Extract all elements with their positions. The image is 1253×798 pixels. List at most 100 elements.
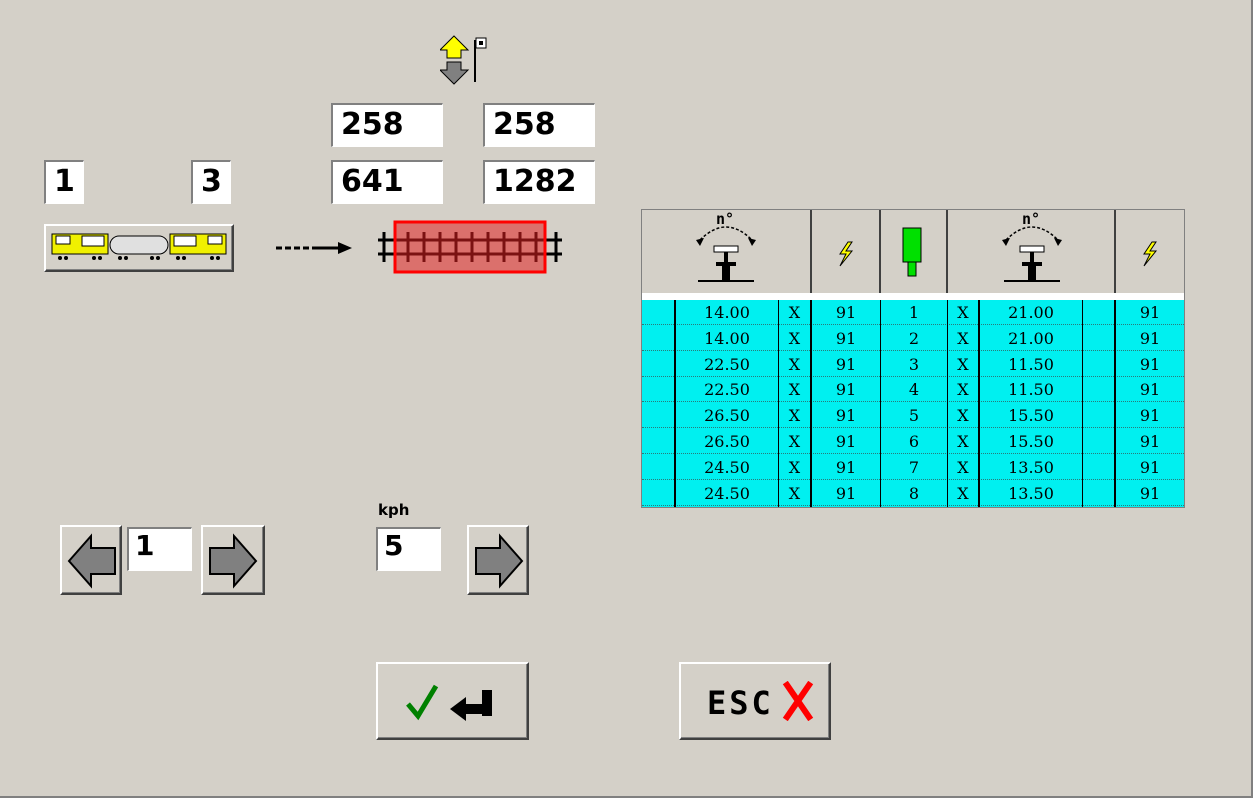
cell-flag-b: X: [957, 457, 969, 477]
cell-flag-b: X: [957, 483, 969, 503]
cell-axle-a: 26.50: [704, 432, 750, 451]
stepper-input[interactable]: 1: [127, 527, 192, 571]
count-bottom-a[interactable]: 641: [331, 160, 443, 204]
cell-number: 1: [908, 303, 920, 322]
checkmark-icon: [406, 684, 439, 721]
table-row[interactable]: 26.50 X 91 5 X 15.50 91: [642, 403, 1184, 429]
cell-flag-b: X: [957, 354, 969, 374]
cell-power-a: 91: [835, 457, 857, 477]
cell-axle-a: 24.50: [704, 483, 750, 503]
table-row[interactable]: 14.00 X 91 1 X 21.00 91: [642, 300, 1184, 325]
cell-power-b: 91: [1139, 328, 1161, 348]
cell-power-b: 91: [1139, 457, 1161, 477]
cell-power-a: 91: [835, 483, 857, 503]
speed-input[interactable]: 5: [376, 527, 441, 571]
green-marker-icon: [902, 227, 922, 277]
column-divider: [810, 300, 812, 507]
cell-power-b: 91: [1139, 303, 1161, 322]
speed-apply-button[interactable]: [467, 525, 529, 595]
cell-power-a: 91: [835, 406, 857, 426]
escape-button[interactable]: ESC: [679, 662, 831, 740]
close-icon: [782, 681, 814, 721]
enter-key-icon: [450, 690, 492, 721]
column-divider: [778, 300, 779, 507]
cell-flag-b: X: [957, 406, 969, 426]
cell-power-b: 91: [1139, 406, 1161, 426]
cell-number: 3: [908, 354, 920, 374]
cell-flag-a: X: [788, 380, 801, 400]
column-divider: [947, 300, 948, 507]
up-down-arrow-with-signal-icon[interactable]: [438, 34, 490, 86]
cell-axle-b: 15.50: [1008, 406, 1054, 426]
count-right[interactable]: 3: [191, 160, 231, 204]
cell-axle-a: 26.50: [704, 406, 750, 426]
arrow-right-icon: [209, 533, 258, 589]
header-col-rotation-a: n°: [642, 210, 812, 293]
cell-power-a: 91: [835, 354, 857, 374]
lightning-icon: [839, 241, 854, 267]
header-col-marker: [881, 210, 948, 293]
cell-axle-a: 14.00: [704, 328, 750, 348]
cell-number: 8: [908, 483, 920, 503]
count-bottom-b[interactable]: 1282: [483, 160, 595, 204]
column-divider: [1082, 300, 1083, 507]
cell-flag-a: X: [788, 483, 801, 503]
header-col-power-b: [1116, 210, 1184, 293]
table-header: n° n°: [642, 210, 1184, 296]
table-row[interactable]: 24.50 X 91 7 X 13.50 91: [642, 455, 1184, 480]
cell-flag-a: X: [788, 457, 801, 477]
table-row[interactable]: 26.50 X 91 6 X 15.50 91: [642, 429, 1184, 454]
arrow-left-icon: [67, 533, 116, 589]
cell-axle-b: 21.00: [1008, 328, 1054, 348]
cell-flag-a: X: [788, 432, 801, 451]
axle-table: n° n° 14.00 X 91 1 X 21.00 91 14.00 X 91…: [641, 209, 1185, 508]
cell-axle-b: 13.50: [1008, 457, 1054, 477]
cell-axle-b: 15.50: [1008, 432, 1054, 451]
arrow-right-icon: [475, 533, 524, 589]
cell-axle-b: 11.50: [1008, 354, 1054, 374]
count-left[interactable]: 1: [44, 160, 84, 204]
cell-axle-b: 13.50: [1008, 483, 1054, 503]
cell-power-b: 91: [1139, 432, 1161, 451]
train-consist-icon[interactable]: [44, 224, 234, 272]
table-row[interactable]: 22.50 X 91 3 X 11.50 91: [642, 352, 1184, 377]
cell-flag-b: X: [957, 328, 969, 348]
column-divider: [978, 300, 980, 507]
cell-number: 4: [908, 380, 920, 400]
column-divider: [1114, 300, 1116, 507]
cell-flag-b: X: [957, 303, 969, 322]
header-col-power-a: [812, 210, 881, 293]
count-top-a[interactable]: 258: [331, 103, 443, 147]
cell-power-a: 91: [835, 432, 857, 451]
cell-power-a: 91: [835, 380, 857, 400]
cell-number: 5: [908, 406, 920, 426]
cell-axle-b: 11.50: [1008, 380, 1054, 400]
dashed-arrow-icon: [274, 238, 354, 258]
cell-flag-a: X: [788, 328, 801, 348]
cell-number: 6: [908, 432, 920, 451]
cell-flag-b: X: [957, 432, 969, 451]
decrement-button[interactable]: [60, 525, 122, 595]
cell-flag-a: X: [788, 303, 801, 322]
lightning-icon: [1143, 241, 1158, 267]
table-row[interactable]: 24.50 X 91 8 X 13.50 91: [642, 481, 1184, 506]
speed-unit-label: kph: [378, 501, 410, 519]
column-divider: [880, 300, 881, 507]
confirm-button[interactable]: [376, 662, 529, 740]
cell-axle-a: 24.50: [704, 457, 750, 477]
track-section-icon[interactable]: [374, 218, 566, 276]
increment-button[interactable]: [201, 525, 265, 595]
table-body: 14.00 X 91 1 X 21.00 91 14.00 X 91 2 X 21.00 91 22.50 X…: [642, 300, 1184, 507]
escape-label: ESC: [707, 684, 774, 722]
cell-axle-a: 22.50: [704, 354, 750, 374]
column-divider: [674, 300, 676, 507]
cell-flag-a: X: [788, 406, 801, 426]
count-top-b[interactable]: 258: [483, 103, 595, 147]
cell-power-a: 91: [835, 328, 857, 348]
cell-axle-a: 14.00: [704, 303, 750, 322]
cell-axle-b: 21.00: [1008, 303, 1054, 322]
header-col-rotation-b: n°: [948, 210, 1116, 293]
table-row[interactable]: 14.00 X 91 2 X 21.00 91: [642, 326, 1184, 351]
cell-axle-a: 22.50: [704, 380, 750, 400]
table-row[interactable]: 22.50 X 91 4 X 11.50 91: [642, 377, 1184, 403]
